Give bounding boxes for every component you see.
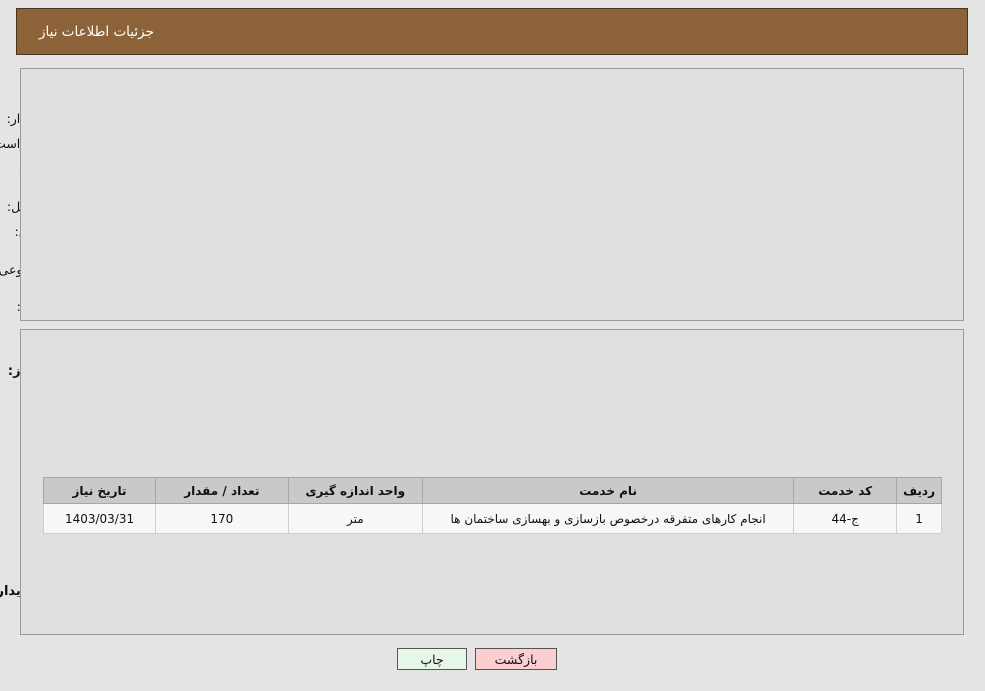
td-code: ج-44 (793, 503, 898, 534)
td-name: انجام کارهای متفرقه درخصوص بازسازی و بهس… (421, 503, 795, 534)
th-name: نام خدمت (421, 477, 795, 504)
td-quantity: 170 (155, 503, 289, 534)
th-code: کد خدمت (793, 477, 898, 504)
td-unit: متر (287, 503, 423, 534)
td-row: 1 (896, 503, 942, 534)
table-row: 1 ج-44 انجام کارهای متفرقه درخصوص بازساز… (42, 503, 942, 534)
page-root: V AriaTender.net جزئیات اطلاعات نیاز شما… (0, 0, 985, 691)
back-button[interactable]: بازگشت (475, 648, 557, 670)
th-quantity: تعداد / مقدار (155, 477, 289, 504)
need-info-panel (20, 68, 964, 321)
th-unit: واحد اندازه گیری (287, 477, 423, 504)
page-title: جزئیات اطلاعات نیاز (39, 23, 154, 40)
page-header: جزئیات اطلاعات نیاز (16, 8, 968, 55)
th-row: ردیف (896, 477, 942, 504)
th-need-date: تاریخ نیاز (42, 477, 157, 504)
print-button[interactable]: چاپ (397, 648, 467, 670)
table-header-row: ردیف کد خدمت نام خدمت واحد اندازه گیری ت… (42, 477, 942, 504)
services-table: ردیف کد خدمت نام خدمت واحد اندازه گیری ت… (42, 477, 942, 534)
td-need-date: 1403/03/31 (42, 503, 157, 534)
